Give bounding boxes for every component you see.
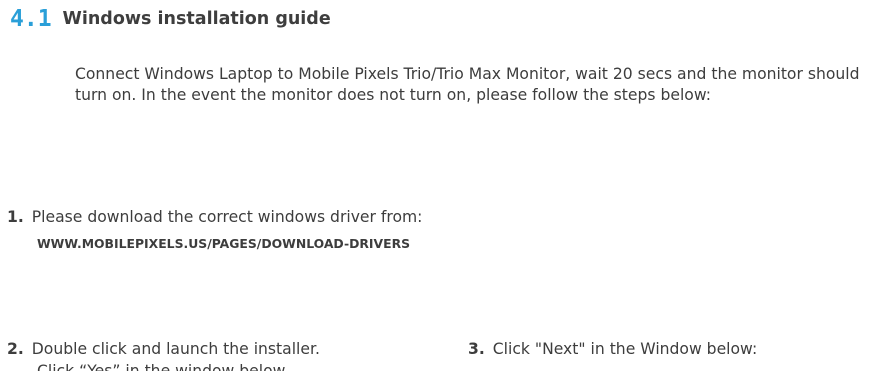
step-2-text: Double click and launch the installer. xyxy=(31,340,320,358)
intro-paragraph: Connect Windows Laptop to Mobile Pixels … xyxy=(75,65,860,104)
section-number: 4.1 xyxy=(10,6,52,32)
step-2-text-line2: Click “Yes” in the window below. xyxy=(37,362,289,371)
step-2-number: 2. xyxy=(7,340,24,358)
step-3-text: Click "Next" in the Window below: xyxy=(492,340,758,358)
step-1-number: 1. xyxy=(7,208,24,226)
step-1-text: Please download the correct windows driv… xyxy=(31,208,423,226)
section-title: Windows installation guide xyxy=(62,9,331,29)
step-3: 3. Click "Next" in the Window below: xyxy=(468,339,757,360)
step-3-number: 3. xyxy=(468,340,485,358)
driver-download-link[interactable]: WWW.MOBILEPIXELS.US/PAGES/DOWNLOAD-DRIVE… xyxy=(37,236,410,251)
step-2: 2. Double click and launch the installer. xyxy=(7,339,320,360)
section-heading: 4.1 Windows installation guide xyxy=(10,3,331,35)
step-1: 1. Please download the correct windows dr… xyxy=(7,207,422,228)
